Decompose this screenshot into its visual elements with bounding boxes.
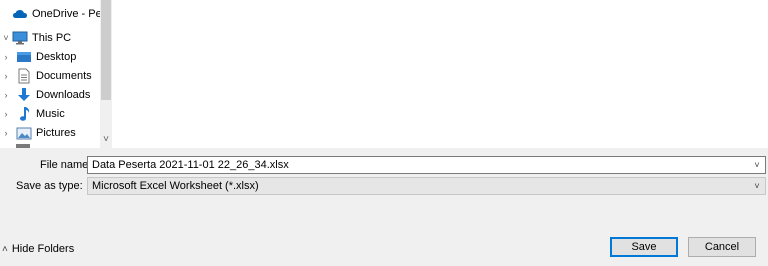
this-pc-icon [12,30,28,46]
nav-item-label: Desktop [36,51,77,63]
save-as-type-select[interactable]: Microsoft Excel Worksheet (*.xlsx) ˅ [87,177,766,195]
nav-item-this-pc[interactable]: ˅ This PC [0,29,100,47]
collapse-chevron-icon[interactable]: ˅ [0,33,12,43]
nav-item-label: Music [36,108,65,120]
nav-item-documents[interactable]: › Documents [0,67,100,85]
desktop-icon [16,49,32,65]
onedrive-cloud-icon [12,6,28,22]
save-as-type-value: Microsoft Excel Worksheet (*.xlsx) [92,180,259,192]
chevron-down-icon[interactable]: ˅ [751,158,763,172]
nav-scrollbar-thumb[interactable] [101,0,111,100]
file-name-input[interactable]: Data Peserta 2021-11-01 22_26_34.xlsx ˅ [87,156,766,174]
expand-chevron-icon[interactable]: › [0,90,12,100]
cancel-button[interactable]: Cancel [688,237,756,257]
scroll-down-arrow-icon[interactable]: ˅ [100,133,112,147]
expand-chevron-icon[interactable]: › [0,109,12,119]
nav-item-music[interactable]: › Music [0,105,100,123]
nav-item-label: Pictures [36,127,76,139]
nav-item-pictures[interactable]: › Pictures [0,124,100,142]
nav-item-label: Downloads [36,89,91,101]
expand-chevron-icon[interactable]: › [0,52,12,62]
file-list-pane[interactable] [113,0,768,148]
nav-item-label: This PC [32,32,72,44]
save-as-type-label: Save as type: [16,180,83,192]
navigation-pane[interactable]: OneDrive - Persor ˅ This PC › Desktop › … [0,0,112,148]
nav-item-onedrive[interactable]: OneDrive - Persor [0,5,112,23]
file-name-value: Data Peserta 2021-11-01 22_26_34.xlsx [92,159,289,171]
nav-item-label: Documents [36,70,92,82]
chevron-up-icon: ˄ [2,243,8,255]
music-icon [16,106,32,122]
nav-item-desktop[interactable]: › Desktop [0,48,100,66]
documents-icon [16,68,32,84]
pictures-icon [16,125,32,141]
hide-folders-button[interactable]: ˄ Hide Folders [2,243,74,255]
chevron-down-icon[interactable]: ˅ [751,179,763,193]
nav-item-downloads[interactable]: › Downloads [0,86,100,104]
file-name-label: File name: [40,159,92,171]
expand-chevron-icon[interactable]: › [0,71,12,81]
browse-area: OneDrive - Persor ˅ This PC › Desktop › … [0,0,768,148]
save-button[interactable]: Save [610,237,678,257]
hide-folders-label: Hide Folders [11,243,75,255]
expand-chevron-icon[interactable]: › [0,128,12,138]
downloads-icon [16,87,32,103]
